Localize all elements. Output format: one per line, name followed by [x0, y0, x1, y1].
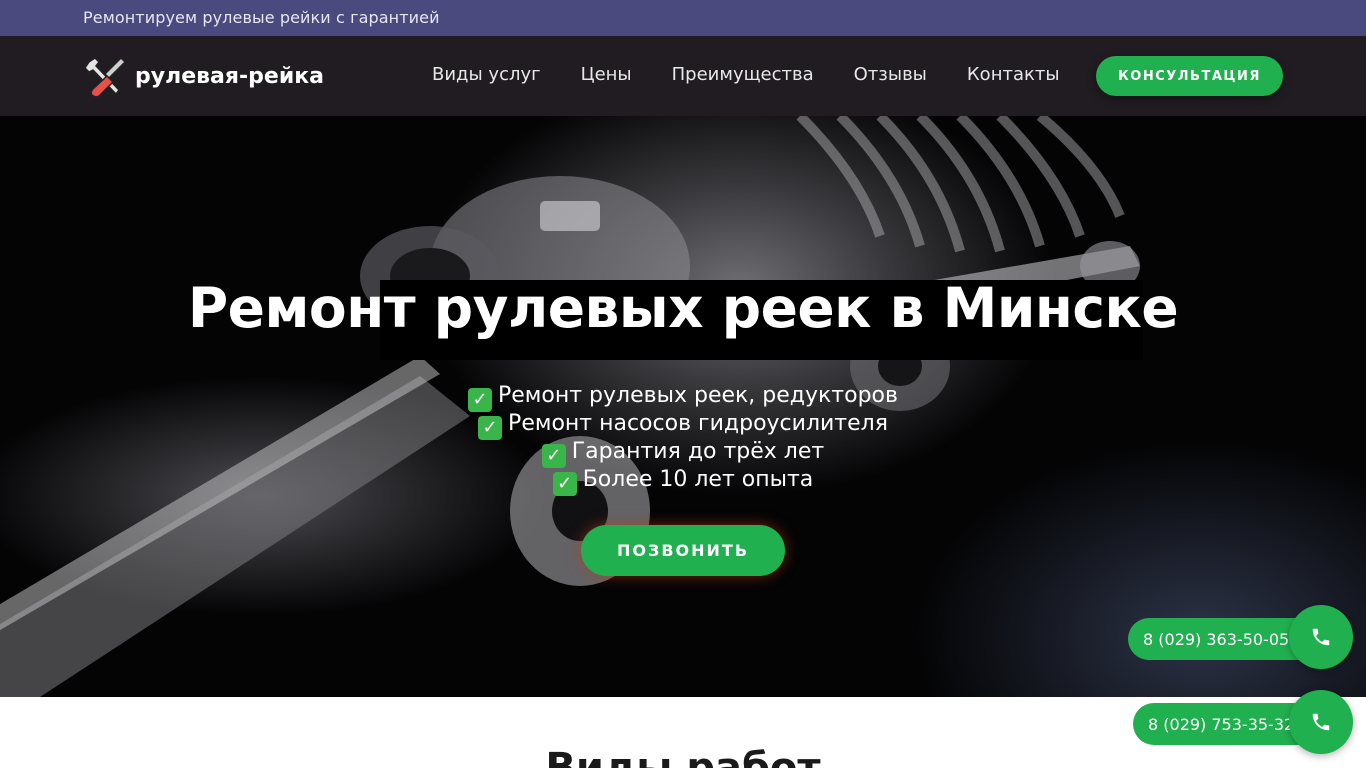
promo-tagline: Ремонтируем рулевые рейки с гарантией [83, 8, 440, 27]
nav-item-contacts[interactable]: Контакты [967, 64, 1060, 85]
main-nav: Виды услуг Цены Преимущества Отзывы Конт… [432, 64, 1100, 85]
tools-logo-icon [84, 56, 127, 98]
hero-benefits-list: ✓ Ремонт рулевых реек, редукторов ✓ Ремонт… [0, 382, 1366, 496]
consultation-button[interactable]: КОНСУЛЬТАЦИЯ [1096, 56, 1283, 96]
call-button[interactable]: ПОЗВОНИТЬ [581, 525, 785, 576]
phone-number-text: 8 (029) 363-50-05 [1143, 629, 1290, 649]
section-title-services: Виды работ [545, 745, 821, 768]
nav-item-prices[interactable]: Цены [581, 64, 632, 85]
phone-icon [1312, 628, 1330, 646]
check-icon: ✓ [541, 444, 566, 468]
benefit-item: ✓ Ремонт рулевых реек, редукторов [0, 382, 1366, 412]
nav-item-services[interactable]: Виды услуг [432, 64, 541, 85]
site-header: рулевая-рейка Виды услуг Цены Преимущест… [0, 36, 1366, 116]
check-icon: ✓ [478, 416, 503, 440]
phone-call-button-1[interactable] [1289, 605, 1353, 669]
benefit-item: ✓ Ремонт насосов гидроусилителя [0, 410, 1366, 440]
check-icon: ✓ [552, 472, 577, 496]
benefit-text: Более 10 лет опыта [582, 467, 814, 492]
benefit-item: ✓ Гарантия до трёх лет [0, 438, 1366, 468]
top-promo-bar: Ремонтируем рулевые рейки с гарантией [0, 0, 1366, 36]
benefit-text: Гарантия до трёх лет [571, 439, 825, 464]
nav-item-reviews[interactable]: Отзывы [854, 64, 927, 85]
hero-title: Ремонт рулевых реек в Минске [187, 276, 1179, 340]
phone-icon [1312, 713, 1330, 731]
benefit-text: Ремонт рулевых реек, редукторов [498, 383, 898, 408]
check-icon: ✓ [468, 388, 492, 412]
logo-text: рулевая-рейка [135, 63, 325, 89]
benefit-item: ✓ Более 10 лет опыта [0, 466, 1366, 496]
phone-call-button-2[interactable] [1289, 690, 1353, 754]
site-logo[interactable]: рулевая-рейка [83, 54, 324, 98]
benefit-text: Ремонт насосов гидроусилителя [508, 411, 888, 436]
nav-item-advantages[interactable]: Преимущества [672, 64, 814, 85]
phone-number-text: 8 (029) 753-35-32 [1148, 714, 1295, 734]
hero-section: Ремонт рулевых реек в Минске ✓ Ремонт рул… [0, 116, 1366, 697]
